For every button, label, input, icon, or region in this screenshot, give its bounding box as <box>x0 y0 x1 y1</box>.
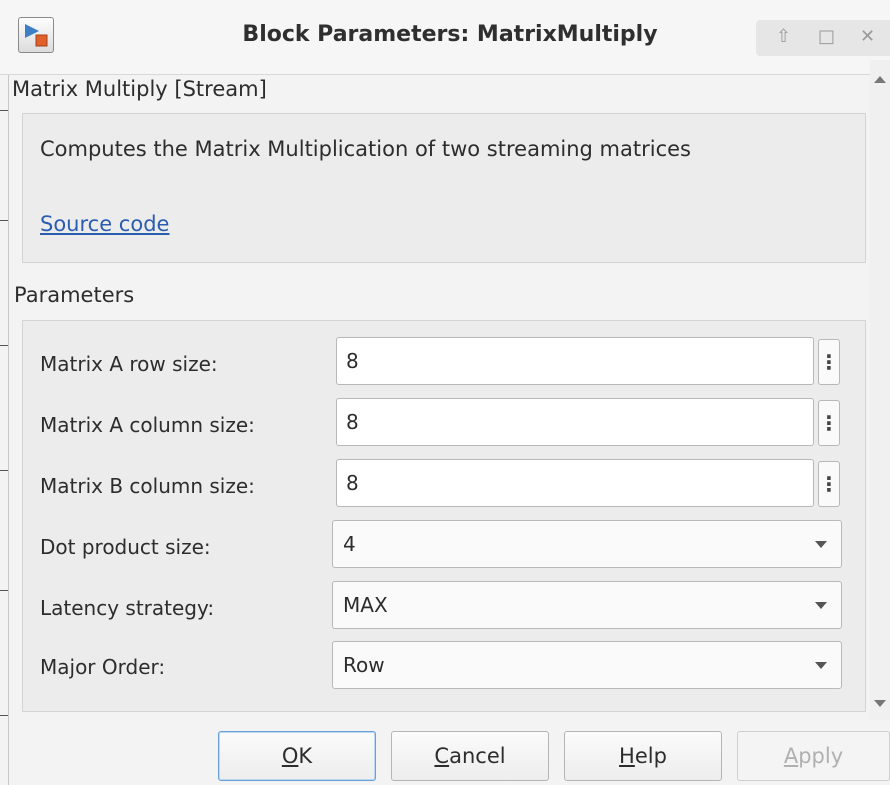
close-icon[interactable]: ✕ <box>860 26 875 48</box>
vertical-scrollbar[interactable] <box>870 60 890 720</box>
matrix-b-column-size-input[interactable]: 8 <box>336 459 814 507</box>
matrix-a-column-size-menu-icon[interactable]: ⋮ <box>818 400 840 446</box>
shade-up-icon[interactable]: ⇧ <box>776 26 791 48</box>
matrix-b-column-size-menu-icon[interactable]: ⋮ <box>818 461 840 507</box>
matrix-a-column-size-input[interactable]: 8 <box>336 398 814 446</box>
maximize-icon[interactable]: □ <box>818 26 835 48</box>
left-edge <box>0 75 9 785</box>
window-controls: ⇧ □ ✕ <box>756 20 890 56</box>
chevron-down-icon <box>815 602 827 609</box>
major-order-label: Major Order: <box>40 655 166 679</box>
matrix-a-row-size-menu-icon[interactable]: ⋮ <box>818 339 840 385</box>
dot-product-size-label: Dot product size: <box>40 535 211 559</box>
cancel-button[interactable]: Cancel <box>391 731 549 781</box>
chevron-down-icon <box>815 541 827 548</box>
latency-strategy-value: MAX <box>343 593 388 617</box>
source-code-link[interactable]: Source code <box>40 212 169 236</box>
matrix-a-row-size-input[interactable]: 8 <box>336 337 814 385</box>
major-order-value: Row <box>343 653 385 677</box>
latency-strategy-dropdown[interactable]: MAX <box>332 581 842 629</box>
matrix-a-row-size-label: Matrix A row size: <box>40 352 218 376</box>
latency-strategy-label: Latency strategy: <box>40 596 215 620</box>
dot-product-size-value: 4 <box>343 532 356 556</box>
parameters-section-title: Parameters <box>14 283 135 307</box>
matrix-b-column-size-label: Matrix B column size: <box>40 474 255 498</box>
major-order-dropdown[interactable]: Row <box>332 641 842 689</box>
apply-button[interactable]: Apply <box>737 731 890 781</box>
dot-product-size-dropdown[interactable]: 4 <box>332 520 842 568</box>
scroll-up-arrow-icon[interactable] <box>874 76 886 83</box>
matrix-a-column-size-label: Matrix A column size: <box>40 413 255 437</box>
block-type-header: Matrix Multiply [Stream] <box>12 77 267 101</box>
chevron-down-icon <box>815 662 827 669</box>
scroll-down-arrow-icon[interactable] <box>874 700 886 707</box>
help-button[interactable]: Help <box>564 731 722 781</box>
ok-button[interactable]: OK <box>218 731 376 781</box>
block-description: Computes the Matrix Multiplication of tw… <box>40 137 691 161</box>
